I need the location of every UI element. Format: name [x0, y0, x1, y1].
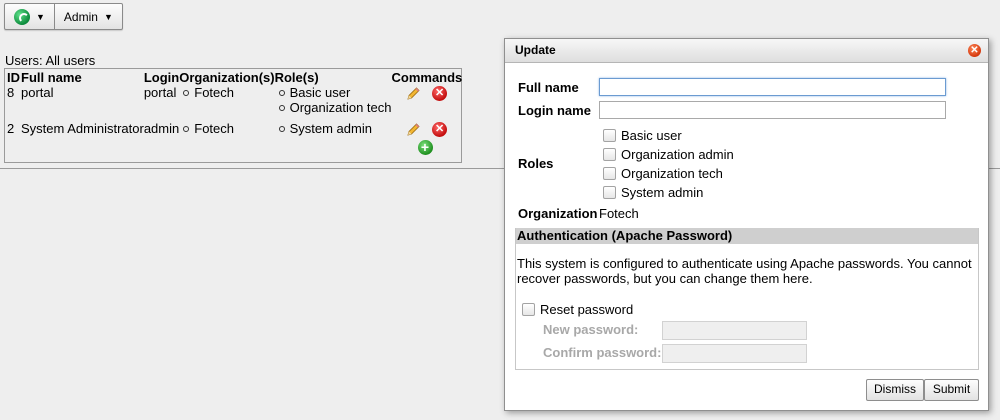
cell-login: admin	[143, 121, 180, 136]
role-item: Basic user	[275, 85, 392, 100]
cell-id: 2	[7, 121, 15, 136]
admin-menu-button[interactable]: Admin ▼	[53, 4, 122, 29]
role-label: System admin	[621, 185, 704, 200]
divider	[0, 168, 505, 169]
header-login: Login	[143, 69, 180, 85]
authentication-message: This system is configured to authenticat…	[517, 256, 972, 286]
login-name-input[interactable]	[599, 101, 946, 119]
header-id: ID	[7, 69, 20, 85]
login-name-label: Login name	[518, 103, 591, 118]
dialog-title: Update	[515, 43, 556, 57]
full-name-input[interactable]	[599, 78, 946, 96]
caret-down-icon: ▼	[103, 11, 113, 22]
divider	[988, 168, 1000, 169]
cell-id: 8	[7, 85, 15, 100]
role-organization-admin-checkbox[interactable]	[603, 148, 616, 161]
full-name-label: Full name	[518, 80, 579, 95]
users-caption: Users: All users	[5, 53, 96, 68]
add-user-icon[interactable]: +	[417, 139, 433, 155]
delete-icon[interactable]: ✕	[432, 86, 448, 102]
organization-item: Fotech	[179, 121, 274, 136]
new-password-label: New password:	[543, 322, 639, 337]
authentication-section: Authentication (Apache Password) This sy…	[515, 228, 979, 370]
dismiss-button[interactable]: Dismiss	[866, 379, 924, 401]
organization-value: Fotech	[599, 206, 639, 221]
edit-pencil-icon[interactable]	[405, 86, 421, 102]
confirm-password-input[interactable]	[662, 344, 807, 363]
dialog-title-bar: Update ✕	[505, 39, 988, 63]
organization-item: Fotech	[179, 85, 274, 100]
app-menu-button[interactable]: ▼	[5, 4, 54, 29]
cell-commands: ✕	[392, 85, 463, 121]
confirm-password-label: Confirm password:	[543, 345, 662, 360]
roles-label: Roles	[518, 156, 554, 171]
caret-down-icon: ▼	[36, 11, 45, 22]
app-logo-icon	[14, 8, 30, 25]
role-basic-user-checkbox[interactable]	[603, 129, 616, 142]
reset-password-checkbox[interactable]	[522, 303, 535, 316]
table-row: 8 portal portal Fotech Basic user Organi…	[5, 85, 462, 121]
edit-pencil-icon[interactable]	[405, 122, 421, 138]
cell-login: portal	[143, 85, 177, 100]
submit-button[interactable]: Submit	[924, 379, 979, 401]
cell-full-name: System Administrator	[21, 121, 144, 136]
reset-password-label: Reset password	[540, 302, 634, 317]
cell-organizations: Fotech	[179, 85, 274, 121]
users-table: ID Full name Login Organization(s) Role(…	[5, 69, 462, 155]
header-commands: Commands	[391, 69, 463, 85]
top-button-group: ▼ Admin ▼	[4, 3, 123, 30]
cell-full-name: portal	[21, 85, 54, 100]
role-system-admin-checkbox[interactable]	[603, 186, 616, 199]
role-label: Organization admin	[621, 147, 734, 162]
header-full-name: Full name	[21, 69, 82, 85]
cell-roles: Basic user Organization tech	[275, 85, 392, 121]
header-organizations: Organization(s)	[179, 69, 275, 85]
cell-organizations: Fotech	[179, 121, 274, 155]
authentication-header: Authentication (Apache Password)	[516, 228, 978, 244]
table-header-row: ID Full name Login Organization(s) Role(…	[5, 69, 462, 85]
cell-roles: System admin	[275, 121, 392, 155]
new-password-input[interactable]	[662, 321, 807, 340]
admin-menu-label: Admin	[63, 9, 98, 24]
update-dialog: Update ✕ Full name Login name Roles Basi…	[504, 38, 989, 411]
table-row: 2 System Administrator admin Fotech Syst…	[5, 121, 462, 155]
close-icon[interactable]: ✕	[968, 44, 981, 57]
organization-label: Organization	[518, 206, 598, 221]
role-label: Basic user	[621, 128, 682, 143]
role-item: System admin	[275, 121, 392, 136]
role-item: Organization tech	[275, 100, 392, 115]
header-roles: Role(s)	[274, 69, 319, 85]
cell-commands: ✕ +	[392, 121, 463, 155]
top-bar: ▼ Admin ▼	[0, 0, 1000, 34]
delete-icon[interactable]: ✕	[432, 122, 448, 138]
role-label: Organization tech	[621, 166, 723, 181]
role-organization-tech-checkbox[interactable]	[603, 167, 616, 180]
users-panel: ID Full name Login Organization(s) Role(…	[4, 68, 462, 163]
